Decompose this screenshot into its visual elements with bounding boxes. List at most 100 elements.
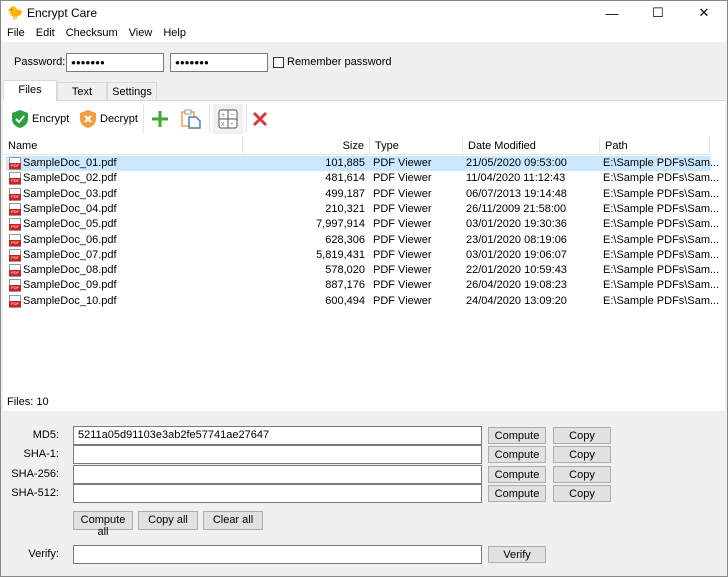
file-list[interactable]: Name Size Type Date Modified Path PDF Sa… — [3, 137, 725, 411]
minimize-button[interactable]: — — [589, 1, 635, 25]
checksum-button[interactable]: + − x ÷ — [213, 104, 243, 134]
remember-password-checkbox[interactable] — [273, 57, 284, 68]
encrypt-button[interactable]: Encrypt — [11, 109, 69, 129]
md5-compute-button[interactable]: Compute — [488, 427, 546, 444]
file-path: E:\Sample PDFs\Sam... — [603, 172, 720, 185]
md5-copy-button[interactable]: Copy — [553, 427, 611, 444]
maximize-button[interactable]: ☐ — [635, 1, 681, 25]
sha-256-input[interactable] — [73, 464, 482, 484]
separator — [143, 105, 144, 133]
svg-text:−: − — [230, 112, 234, 119]
file-row[interactable]: PDF SampleDoc_09.pdf 887,176 PDF Viewer … — [6, 278, 719, 293]
menu-file[interactable]: File — [1, 25, 30, 42]
sha-512-compute-button[interactable]: Compute — [488, 485, 546, 503]
file-path: E:\Sample PDFs\Sam... — [603, 187, 720, 200]
file-type: PDF Viewer — [373, 172, 432, 185]
remember-password-label[interactable]: Remember password — [287, 56, 392, 68]
sha-256-copy-button[interactable]: Copy — [553, 465, 611, 483]
column-header-name[interactable]: Name — [3, 137, 243, 155]
menu-edit[interactable]: Edit — [30, 25, 60, 42]
sha-512-input[interactable] — [73, 484, 482, 504]
sha-1-compute-button[interactable]: Compute — [488, 446, 546, 464]
file-type: PDF Viewer — [373, 218, 432, 231]
menu-help[interactable]: Help — [157, 25, 191, 42]
file-date: 26/11/2009 21:58:00 — [466, 202, 567, 215]
tab-files[interactable]: Files — [3, 80, 57, 101]
verify-button[interactable]: Verify — [488, 546, 546, 563]
pdf-file-icon: PDF — [9, 294, 21, 308]
file-size: 5,819,431 — [316, 248, 365, 261]
file-row[interactable]: PDF SampleDoc_06.pdf 628,306 PDF Viewer … — [6, 233, 719, 248]
column-header-path[interactable]: Path — [600, 137, 710, 155]
decrypt-label: Decrypt — [100, 113, 138, 125]
encrypt-label: Encrypt — [32, 113, 70, 125]
file-size: 600,494 — [325, 294, 365, 307]
file-row[interactable]: PDF SampleDoc_04.pdf 210,321 PDF Viewer … — [6, 202, 719, 217]
file-row[interactable]: PDF SampleDoc_02.pdf 481,614 PDF Viewer … — [6, 171, 719, 186]
file-path: E:\Sample PDFs\Sam... — [603, 248, 720, 261]
file-name: SampleDoc_03.pdf — [23, 187, 117, 200]
tab-text[interactable]: Text — [57, 82, 107, 100]
clear-all-button[interactable]: Clear all — [203, 511, 263, 530]
file-name: SampleDoc_04.pdf — [23, 202, 117, 215]
paste-icon[interactable] — [181, 109, 201, 129]
remove-icon[interactable] — [252, 111, 268, 127]
menu-bar: File Edit Checksum View Help — [1, 25, 727, 42]
file-type: PDF Viewer — [373, 187, 432, 200]
menu-view[interactable]: View — [123, 25, 158, 42]
pdf-file-icon: PDF — [9, 187, 21, 201]
file-row[interactable]: PDF SampleDoc_08.pdf 578,020 PDF Viewer … — [6, 263, 719, 278]
tab-settings[interactable]: Settings — [107, 82, 157, 100]
file-type: PDF Viewer — [373, 157, 432, 169]
confirm-password-input[interactable]: ●●●●●●● — [170, 53, 268, 72]
pdf-file-icon: PDF — [9, 248, 21, 262]
file-date: 06/07/2013 19:14:48 — [466, 187, 567, 200]
svg-text:+: + — [221, 112, 225, 119]
calculator-icon: + −x ÷ — [218, 109, 238, 129]
file-size: 578,020 — [325, 264, 365, 277]
file-size: 101,885 — [325, 157, 365, 169]
file-name: SampleDoc_08.pdf — [23, 264, 117, 277]
add-icon[interactable] — [151, 110, 169, 128]
toolbar: Encrypt Decrypt + − x ÷ — [3, 100, 725, 137]
file-type: PDF Viewer — [373, 202, 432, 215]
file-name: SampleDoc_10.pdf — [23, 294, 117, 307]
compute-all-button[interactable]: Compute all — [73, 511, 133, 538]
file-row[interactable]: PDF SampleDoc_05.pdf 7,997,914 PDF Viewe… — [6, 217, 719, 232]
column-header-date[interactable]: Date Modified — [463, 137, 600, 155]
window-title: Encrypt Care — [27, 6, 98, 20]
copy-all-button[interactable]: Copy all — [138, 511, 198, 530]
md5-label: MD5: — [32, 429, 59, 441]
file-date: 24/04/2020 13:09:20 — [466, 294, 567, 307]
file-date: 03/01/2020 19:30:36 — [466, 218, 567, 231]
file-path: E:\Sample PDFs\Sam... — [603, 202, 720, 215]
title-bar: 🐤 Encrypt Care — ☐ ✕ — [1, 1, 727, 25]
file-row[interactable]: PDF SampleDoc_07.pdf 5,819,431 PDF Viewe… — [6, 248, 719, 263]
file-type: PDF Viewer — [373, 279, 432, 292]
sha-256-compute-button[interactable]: Compute — [488, 465, 546, 483]
app-logo-icon: 🐤 — [7, 5, 24, 20]
menu-checksum[interactable]: Checksum — [60, 25, 123, 42]
verify-input[interactable] — [73, 545, 482, 564]
verify-label: Verify: — [28, 548, 59, 560]
file-row[interactable]: PDF SampleDoc_01.pdf 101,885 PDF Viewer … — [6, 156, 719, 171]
sha-256-label: SHA-256: — [11, 467, 59, 480]
file-path: E:\Sample PDFs\Sam... — [603, 218, 720, 231]
file-date: 26/04/2020 19:08:23 — [466, 279, 567, 292]
password-input[interactable]: ●●●●●●● — [66, 53, 164, 72]
file-row[interactable]: PDF SampleDoc_10.pdf 600,494 PDF Viewer … — [6, 294, 719, 309]
file-type: PDF Viewer — [373, 248, 432, 261]
close-button[interactable]: ✕ — [681, 1, 727, 25]
file-row[interactable]: PDF SampleDoc_03.pdf 499,187 PDF Viewer … — [6, 187, 719, 202]
file-name: SampleDoc_07.pdf — [23, 248, 117, 261]
sha-512-label: SHA-512: — [11, 487, 59, 500]
column-header-type[interactable]: Type — [370, 137, 463, 155]
sha-1-input[interactable] — [73, 445, 482, 465]
column-header-size[interactable]: Size — [243, 137, 370, 155]
separator — [246, 105, 247, 133]
md5-input[interactable]: 5211a05d91103e3ab2fe57741ae27647 — [73, 426, 482, 445]
sha-1-copy-button[interactable]: Copy — [553, 446, 611, 464]
sha-512-copy-button[interactable]: Copy — [553, 485, 611, 503]
shield-x-icon — [80, 110, 96, 128]
decrypt-button[interactable]: Decrypt — [79, 109, 138, 129]
